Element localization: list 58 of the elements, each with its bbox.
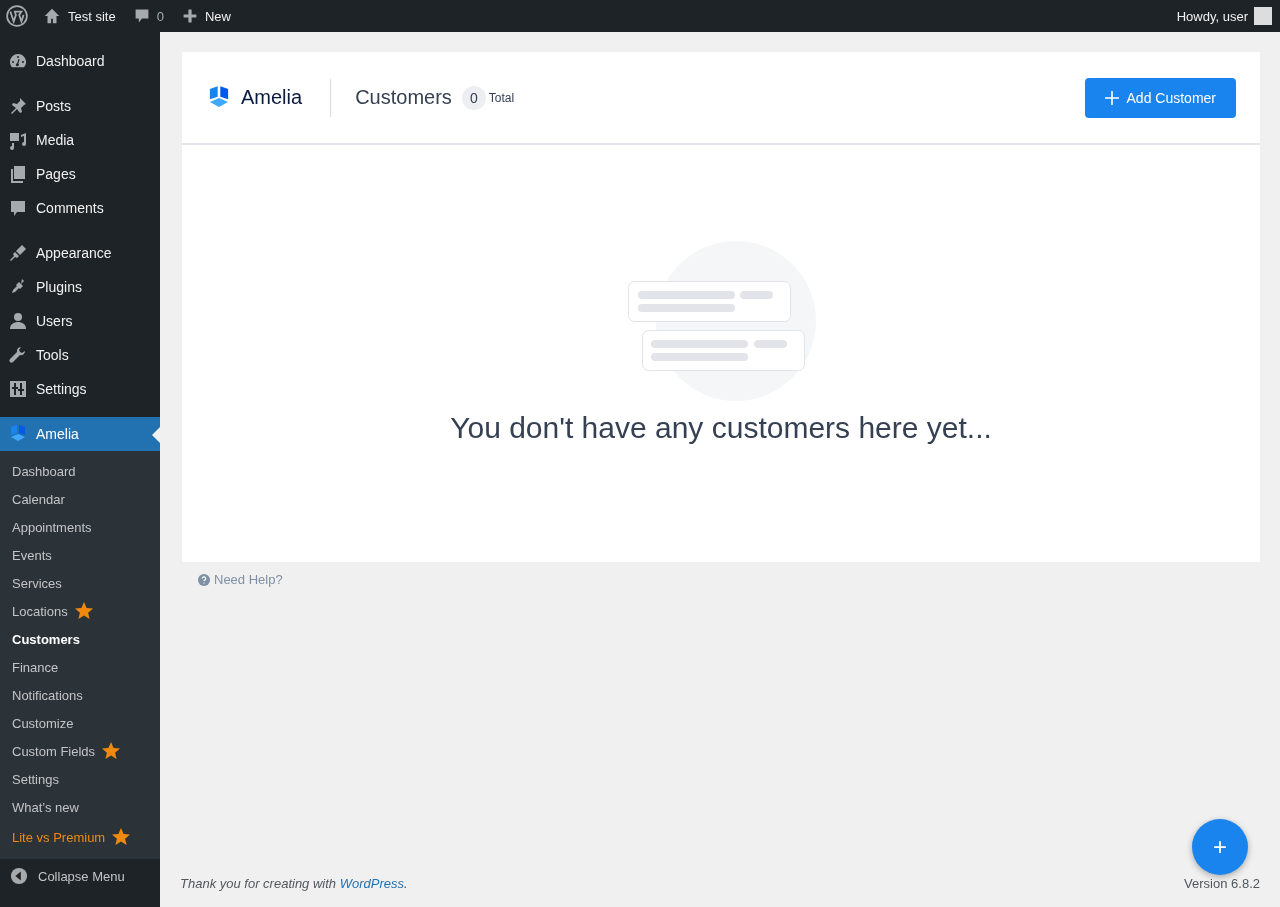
menu-icon xyxy=(8,243,28,263)
submenu-item[interactable]: Finance xyxy=(12,659,59,675)
greeting[interactable]: Howdy, user xyxy=(1176,8,1248,24)
help-icon xyxy=(198,573,210,586)
menu-icon xyxy=(8,345,28,365)
submenu-item[interactable]: Locations xyxy=(12,603,68,619)
menu-item[interactable]: Tools xyxy=(0,338,160,372)
submenu-item[interactable]: Services xyxy=(12,575,62,591)
menu-item[interactable]: Settings xyxy=(0,372,160,406)
logo-text: Amelia xyxy=(241,86,303,109)
submenu-item[interactable]: Lite vs Premium xyxy=(12,829,106,845)
empty-message: You don't have any customers here yet... xyxy=(450,411,992,445)
menu-icon xyxy=(8,424,28,444)
submenu-item[interactable]: Events xyxy=(12,547,52,563)
collapse-menu-button[interactable]: Collapse Menu xyxy=(0,859,160,893)
plus-icon xyxy=(1104,90,1119,105)
wordpress-logo-icon[interactable] xyxy=(6,5,28,27)
menu-icon xyxy=(8,379,28,399)
wordpress-link[interactable]: WordPress xyxy=(339,875,404,891)
menu-item[interactable]: Appearance xyxy=(0,236,160,270)
menu-item[interactable]: Pages xyxy=(0,157,160,191)
menu-icon xyxy=(8,198,28,218)
menu-item[interactable]: Media xyxy=(0,123,160,157)
floating-add-button[interactable]: + xyxy=(1192,819,1248,875)
menu-item[interactable]: Comments xyxy=(0,191,160,225)
footer-credit: Thank you for creating with WordPress. xyxy=(180,875,408,891)
version-text: Version 6.8.2 xyxy=(1184,875,1260,891)
plus-icon xyxy=(181,8,198,24)
submenu-item[interactable]: Custom Fields xyxy=(12,743,96,759)
new-link[interactable]: New xyxy=(181,8,231,24)
count-label: Total xyxy=(488,90,515,105)
menu-item[interactable]: Amelia xyxy=(0,417,160,451)
page-title: Customers xyxy=(355,86,452,109)
menu-item[interactable]: Dashboard xyxy=(0,44,160,78)
submenu-item[interactable]: Settings xyxy=(12,771,59,787)
menu-item[interactable]: Users xyxy=(0,304,160,338)
comments-link[interactable]: 0 xyxy=(133,8,164,24)
submenu-item[interactable]: Customize xyxy=(12,715,74,731)
site-name: Test site xyxy=(68,8,116,24)
submenu-item[interactable]: Notifications xyxy=(12,687,83,703)
new-label: New xyxy=(204,8,231,24)
site-link[interactable]: Test site xyxy=(43,7,116,25)
submenu-item[interactable]: Dashboard xyxy=(12,463,76,479)
submenu-item[interactable]: Calendar xyxy=(12,491,65,507)
submenu-item[interactable]: What’s new xyxy=(12,799,79,815)
count-badge: 0 xyxy=(461,85,486,110)
menu-item[interactable]: Posts xyxy=(0,89,160,123)
menu-icon xyxy=(8,130,28,150)
home-icon xyxy=(43,7,61,25)
comment-icon xyxy=(133,8,150,24)
menu-icon xyxy=(8,164,28,184)
menu-icon xyxy=(8,311,28,331)
add-customer-button[interactable]: Add Customer xyxy=(1084,77,1236,118)
submenu-item[interactable]: Customers xyxy=(12,631,80,647)
collapse-icon xyxy=(10,867,28,885)
comments-count: 0 xyxy=(156,8,164,24)
menu-item[interactable]: Plugins xyxy=(0,270,160,304)
submenu-item[interactable]: Appointments xyxy=(12,519,92,535)
